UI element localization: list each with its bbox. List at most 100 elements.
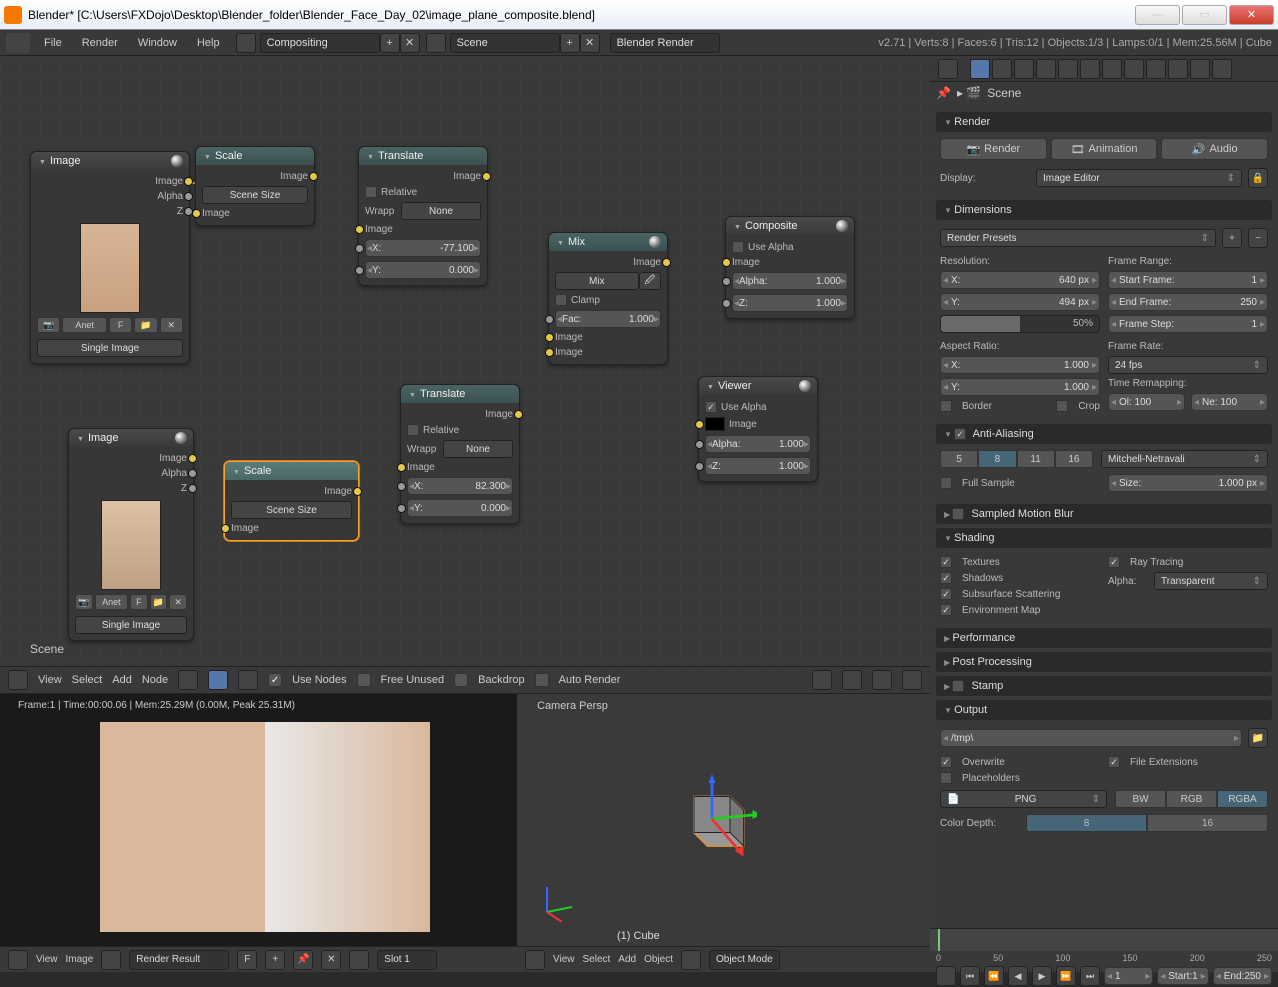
node-viewer[interactable]: Viewer Use Alpha Image Alpha:1.000 Z:1.0… bbox=[698, 376, 818, 482]
res-y-field[interactable]: Y:494 px bbox=[940, 293, 1100, 311]
aspect-y-field[interactable]: Y:1.000 bbox=[940, 378, 1100, 396]
socket-out[interactable] bbox=[184, 177, 193, 186]
scale-space-dropdown[interactable]: Scene Size bbox=[202, 186, 308, 204]
stamp-checkbox[interactable] bbox=[952, 680, 964, 692]
snap-type-icon[interactable] bbox=[842, 670, 862, 690]
socket-in[interactable] bbox=[545, 315, 554, 324]
shadows-checkbox[interactable] bbox=[940, 572, 952, 584]
slot-dropdown[interactable]: Slot 1 bbox=[377, 950, 437, 970]
context-path[interactable]: Scene bbox=[987, 86, 1021, 100]
aa-filter-dropdown[interactable]: Mitchell-Netravali bbox=[1101, 450, 1268, 468]
scene-dropdown[interactable]: Scene bbox=[450, 33, 560, 53]
node-composite[interactable]: Composite Use Alpha Image Alpha:1.000 Z:… bbox=[725, 216, 855, 319]
panel-dimensions[interactable]: Dimensions bbox=[936, 200, 1272, 220]
editor-type-icon[interactable] bbox=[936, 966, 956, 986]
add-scene-icon[interactable]: + bbox=[560, 33, 580, 53]
use-alpha-checkbox[interactable] bbox=[705, 401, 717, 413]
wrap-dropdown[interactable]: None bbox=[443, 440, 513, 458]
open-image-icon[interactable]: 📁 bbox=[150, 594, 168, 610]
node-header[interactable]: Viewer bbox=[699, 377, 817, 395]
file-ext-checkbox[interactable] bbox=[1108, 756, 1120, 768]
y-field[interactable]: Y:0.000 bbox=[365, 261, 481, 279]
backdrop-checkbox[interactable] bbox=[454, 673, 468, 687]
fps-dropdown[interactable]: 24 fps bbox=[1108, 356, 1268, 374]
unlink-image-icon[interactable]: ✕ bbox=[169, 594, 187, 610]
menu-view[interactable]: View bbox=[553, 954, 575, 965]
image-name[interactable]: Anet bbox=[62, 317, 107, 333]
tab-render-icon[interactable] bbox=[970, 59, 990, 79]
tab-object-icon[interactable] bbox=[1058, 59, 1078, 79]
z-field[interactable]: Z:1.000 bbox=[705, 457, 811, 475]
editor-type-icon[interactable] bbox=[8, 950, 28, 970]
full-sample-checkbox[interactable] bbox=[940, 477, 952, 489]
menu-node[interactable]: Node bbox=[142, 674, 168, 686]
panel-output[interactable]: Output bbox=[936, 700, 1272, 720]
socket-in[interactable] bbox=[221, 524, 230, 533]
view-icon[interactable] bbox=[349, 950, 369, 970]
use-nodes-checkbox[interactable] bbox=[268, 673, 282, 687]
placeholders-checkbox[interactable] bbox=[940, 772, 952, 784]
socket-in[interactable] bbox=[722, 299, 731, 308]
socket-out[interactable] bbox=[662, 258, 671, 267]
panel-aa[interactable]: Anti-Aliasing bbox=[936, 424, 1272, 444]
alpha-mode-dropdown[interactable]: Transparent bbox=[1154, 572, 1268, 590]
file-browser-icon[interactable]: 📁 bbox=[1248, 728, 1268, 748]
editor-type-icon[interactable] bbox=[525, 950, 545, 970]
maximize-button[interactable]: ▭ bbox=[1182, 5, 1227, 25]
socket-in[interactable] bbox=[695, 440, 704, 449]
wrap-dropdown[interactable]: None bbox=[401, 202, 481, 220]
timeline-editor[interactable]: 050100150200250 ⏮ ⏪ ◀ ▶ ⏩ ⏭ 1 Start:1 En… bbox=[930, 928, 1278, 972]
smb-checkbox[interactable] bbox=[952, 508, 964, 520]
menu-help[interactable]: Help bbox=[187, 33, 230, 53]
clamp-checkbox[interactable] bbox=[555, 294, 567, 306]
delete-screen-icon[interactable]: ✕ bbox=[400, 33, 420, 53]
menu-file[interactable]: File bbox=[34, 33, 72, 53]
render-presets-dropdown[interactable]: Render Presets bbox=[940, 229, 1216, 247]
socket-in[interactable] bbox=[397, 504, 406, 513]
menu-window[interactable]: Window bbox=[128, 33, 187, 53]
socket-in[interactable] bbox=[192, 209, 201, 218]
cube-object[interactable] bbox=[667, 774, 757, 864]
socket-in[interactable] bbox=[355, 266, 364, 275]
node-image-2[interactable]: Image Image Alpha Z 📷 Anet F 📁 ✕ Single … bbox=[68, 428, 194, 641]
image-datablock[interactable]: Render Result bbox=[129, 950, 229, 970]
socket-in[interactable] bbox=[695, 462, 704, 471]
image-source-dropdown[interactable]: Single Image bbox=[75, 616, 187, 634]
socket-in[interactable] bbox=[397, 463, 406, 472]
socket-in[interactable] bbox=[722, 277, 731, 286]
aa-samples-toggle[interactable]: 5 8 11 16 bbox=[940, 450, 1093, 468]
play-icon[interactable]: ▶ bbox=[1032, 966, 1052, 986]
open-image-icon[interactable]: 📁 bbox=[134, 317, 157, 333]
mode-icon[interactable] bbox=[681, 950, 701, 970]
animation-button[interactable]: 🎞 Animation bbox=[1051, 138, 1158, 160]
menu-view[interactable]: View bbox=[36, 954, 58, 965]
filter-size-field[interactable]: Size:1.000 px bbox=[1108, 474, 1268, 492]
relative-checkbox[interactable] bbox=[407, 424, 419, 436]
tab-data-icon[interactable] bbox=[1124, 59, 1144, 79]
tab-world-icon[interactable] bbox=[1036, 59, 1056, 79]
textures-checkbox[interactable] bbox=[940, 556, 952, 568]
y-field[interactable]: Y:0.000 bbox=[407, 499, 513, 517]
unlink-icon[interactable]: ✕ bbox=[321, 950, 341, 970]
eyedropper-icon[interactable]: 🖉 bbox=[639, 272, 661, 290]
alpha-field[interactable]: Alpha:1.000 bbox=[732, 272, 848, 290]
socket-out[interactable] bbox=[188, 484, 197, 493]
socket-in[interactable] bbox=[722, 258, 731, 267]
socket-out[interactable] bbox=[184, 192, 193, 201]
image-source-dropdown[interactable]: Single Image bbox=[37, 339, 183, 357]
color-mode-toggle[interactable]: BW RGB RGBA bbox=[1115, 790, 1268, 808]
tree-type-shader-icon[interactable] bbox=[178, 670, 198, 690]
pin-icon[interactable]: 📌 bbox=[936, 86, 951, 100]
aa-enable-checkbox[interactable] bbox=[954, 428, 966, 440]
paste-nodes-icon[interactable] bbox=[902, 670, 922, 690]
timeline-canvas[interactable] bbox=[930, 929, 1278, 951]
image-browse-icon[interactable]: 📷 bbox=[75, 594, 93, 610]
editor-type-icon[interactable] bbox=[8, 670, 28, 690]
fake-user-button[interactable]: F bbox=[109, 317, 132, 333]
keyframe-prev-icon[interactable]: ⏪ bbox=[984, 966, 1004, 986]
sss-checkbox[interactable] bbox=[940, 588, 952, 600]
menu-view[interactable]: View bbox=[38, 674, 62, 686]
add-preset-icon[interactable]: + bbox=[1222, 228, 1242, 248]
z-field[interactable]: Z:1.000 bbox=[732, 294, 848, 312]
fake-user-button[interactable]: F bbox=[237, 950, 257, 970]
